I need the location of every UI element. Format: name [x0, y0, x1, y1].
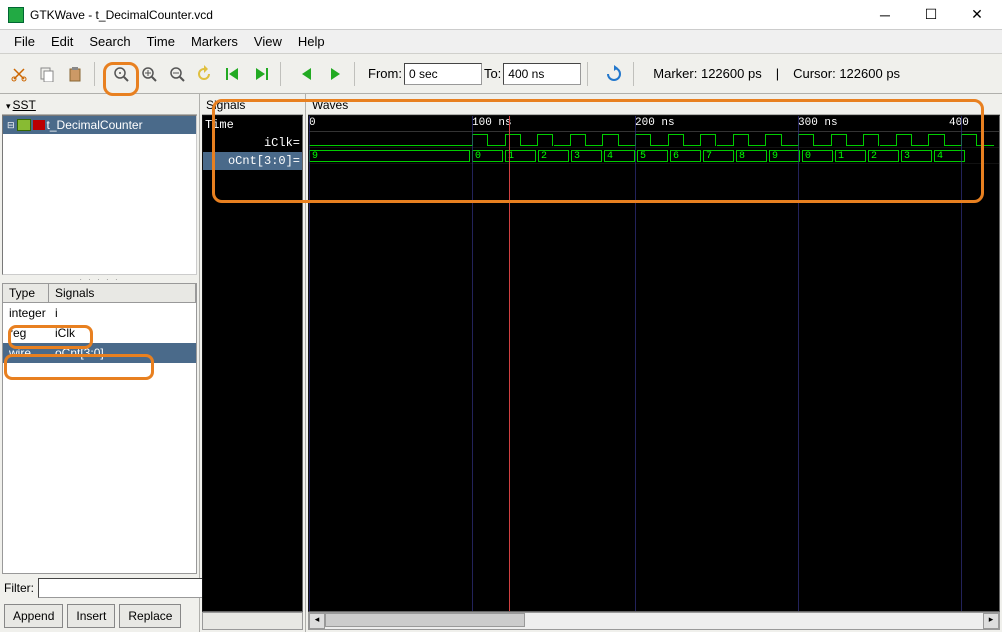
col-signals[interactable]: Signals — [49, 284, 196, 302]
sst-tree[interactable]: ⊟ t_DecimalCounter — [2, 115, 197, 275]
menu-help[interactable]: Help — [290, 31, 333, 52]
gridline — [961, 116, 962, 611]
signal-row[interactable]: regiClk — [3, 323, 196, 343]
wave-row-ocnt[interactable]: 9012345678901234 — [309, 148, 999, 164]
splitter-grip[interactable]: · · · · · — [2, 275, 197, 283]
ruler-tick: 400 — [949, 117, 969, 129]
bus-segment: 7 — [703, 150, 734, 162]
bus-segment: 2 — [538, 150, 569, 162]
window-title: GTKWave - t_DecimalCounter.vcd — [30, 8, 862, 22]
to-label: To: — [484, 66, 501, 81]
col-type[interactable]: Type — [3, 284, 49, 302]
signal-row[interactable]: integeri — [3, 303, 196, 323]
marker-status: Marker: 122600 ps — [647, 66, 767, 81]
insert-button[interactable]: Insert — [67, 604, 115, 628]
ruler-tick: 200 ns — [635, 117, 675, 129]
tree-root-label: t_DecimalCounter — [47, 118, 143, 132]
bus-segment: 1 — [835, 150, 866, 162]
signal-list-header: Type Signals — [2, 283, 197, 303]
prev-edge-icon[interactable] — [294, 61, 320, 87]
gridline — [309, 116, 310, 611]
close-button[interactable]: ✕ — [954, 0, 1000, 30]
bus-segment: 0 — [472, 150, 503, 162]
to-field: To: — [484, 63, 581, 85]
wave-hscroll[interactable]: ◂ ▸ — [308, 612, 1000, 630]
window-controls: ─ ☐ ✕ — [862, 0, 1000, 30]
signal-name-ocnt[interactable]: oCnt[3:0]= — [203, 152, 302, 170]
bus-segment: 0 — [802, 150, 833, 162]
bus-segment: 2 — [868, 150, 899, 162]
bus-segment: 4 — [604, 150, 635, 162]
scroll-right-icon[interactable]: ▸ — [983, 613, 999, 629]
bus-segment: 9 — [309, 150, 470, 162]
menu-edit[interactable]: Edit — [43, 31, 81, 52]
to-input[interactable] — [503, 63, 581, 85]
ruler-tick: 100 ns — [472, 117, 512, 129]
zoom-in-icon[interactable] — [136, 61, 162, 87]
minimize-button[interactable]: ─ — [862, 0, 908, 30]
menu-search[interactable]: Search — [81, 31, 138, 52]
signal-row[interactable]: wireoCnt[3:0] — [3, 343, 196, 363]
signals-panel[interactable]: Time iClk= oCnt[3:0]= — [202, 115, 303, 612]
append-button[interactable]: Append — [4, 604, 63, 628]
copy-icon[interactable] — [34, 61, 60, 87]
menu-time[interactable]: Time — [139, 31, 183, 52]
status-sep: | — [770, 66, 785, 81]
ruler-tick: 300 ns — [798, 117, 838, 129]
scroll-thumb[interactable] — [325, 613, 525, 627]
signals-panel-title: Signals — [202, 96, 303, 115]
from-label: From: — [368, 66, 402, 81]
signal-name-time[interactable]: Time — [203, 116, 302, 134]
signals-hscroll[interactable] — [202, 612, 303, 630]
bus-segment: 9 — [769, 150, 800, 162]
seek-end-icon[interactable] — [248, 61, 274, 87]
tree-root-item[interactable]: ⊟ t_DecimalCounter — [3, 116, 196, 134]
menu-markers[interactable]: Markers — [183, 31, 246, 52]
cursor-status: Cursor: 122600 ps — [787, 66, 906, 81]
bus-segment: 8 — [736, 150, 767, 162]
scroll-left-icon[interactable]: ◂ — [309, 613, 325, 629]
signal-name-iclk[interactable]: iClk= — [203, 134, 302, 152]
toolbar: From: To: Marker: 122600 ps | Cursor: 12… — [0, 54, 1002, 94]
gridline — [635, 116, 636, 611]
filter-input[interactable] — [38, 578, 217, 598]
gridline — [472, 116, 473, 611]
wave-area[interactable]: 0 100 ns 200 ns 300 ns 400 9012345678901234 — [308, 115, 1000, 612]
bus-segment: 5 — [637, 150, 668, 162]
wave-row-iclk[interactable] — [309, 132, 999, 148]
menu-file[interactable]: File — [6, 31, 43, 52]
marker-line[interactable] — [509, 116, 510, 611]
bus-segment: 3 — [901, 150, 932, 162]
sst-title: ▾SST — [2, 96, 197, 115]
maximize-button[interactable]: ☐ — [908, 0, 954, 30]
from-field: From: — [368, 63, 482, 85]
zoom-out-icon[interactable] — [164, 61, 190, 87]
reload-icon[interactable] — [601, 61, 627, 87]
seek-start-icon[interactable] — [220, 61, 246, 87]
menu-view[interactable]: View — [246, 31, 290, 52]
zoom-undo-icon[interactable] — [192, 61, 218, 87]
cut-icon[interactable] — [6, 61, 32, 87]
next-edge-icon[interactable] — [322, 61, 348, 87]
filter-label: Filter: — [4, 581, 34, 595]
bus-segment: 3 — [571, 150, 602, 162]
menubar: File Edit Search Time Markers View Help — [0, 30, 1002, 54]
gridline — [798, 116, 799, 611]
app-icon — [8, 7, 24, 23]
paste-icon[interactable] — [62, 61, 88, 87]
bus-segment: 6 — [670, 150, 701, 162]
wave-ruler: 0100 ns200 ns300 ns400 — [309, 116, 999, 132]
from-input[interactable] — [404, 63, 482, 85]
zoom-fit-icon[interactable] — [108, 61, 134, 87]
signal-list[interactable]: integeri regiClk wireoCnt[3:0] — [2, 303, 197, 574]
waves-title: Waves — [308, 96, 1000, 115]
replace-button[interactable]: Replace — [119, 604, 181, 628]
